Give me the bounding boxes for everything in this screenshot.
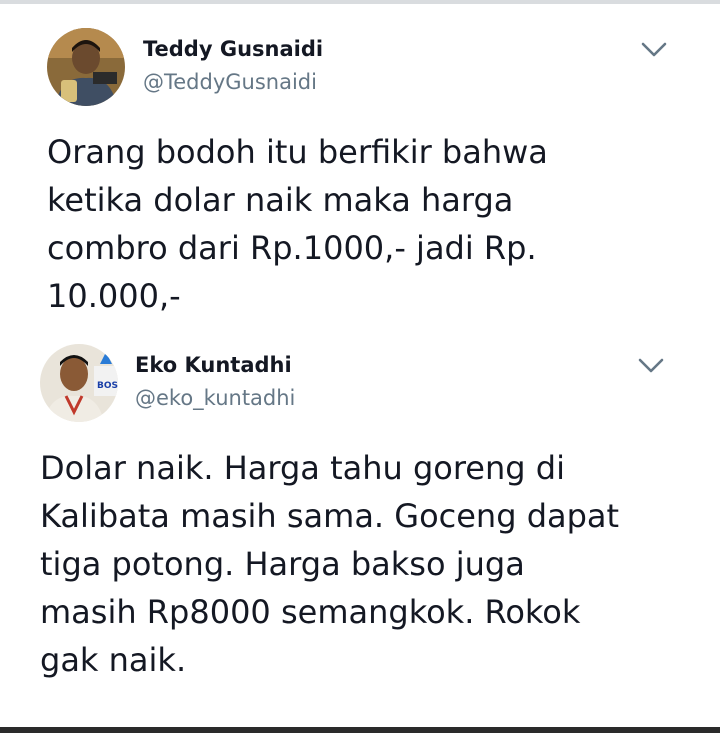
tweet-text-line: combro dari Rp.1000,- jadi Rp.	[47, 229, 537, 267]
tweet-text-line: ketika dolar naik maka harga	[47, 181, 514, 219]
author-handle[interactable]: @eko_kuntadhi	[135, 386, 295, 410]
top-divider	[0, 0, 720, 4]
avatar-photo-icon	[47, 28, 125, 106]
avatar[interactable]	[47, 28, 125, 106]
avatar[interactable]: BOS	[40, 344, 118, 422]
tweet-text-line: masih Rp8000 semangkok. Rokok	[40, 593, 581, 631]
svg-text:BOS: BOS	[97, 381, 118, 391]
author-handle[interactable]: @TeddyGusnaidi	[143, 70, 317, 94]
tweet-text-line: tiga potong. Harga bakso juga	[40, 545, 525, 583]
author-name[interactable]: Teddy Gusnaidi	[143, 37, 323, 61]
avatar-photo-icon: BOS	[40, 344, 118, 422]
tweet-text: Orang bodoh itu berfikir bahwa ketika do…	[47, 128, 548, 320]
tweet-text: Dolar naik. Harga tahu goreng di Kalibat…	[40, 444, 619, 684]
chevron-down-icon[interactable]	[640, 40, 668, 60]
tweet-screenshot: Teddy Gusnaidi @TeddyGusnaidi Orang bodo…	[0, 0, 720, 733]
tweet-text-line: 10.000,-	[47, 277, 181, 315]
author-name[interactable]: Eko Kuntadhi	[135, 353, 292, 377]
tweet-text-line: Dolar naik. Harga tahu goreng di	[40, 449, 565, 487]
tweet-text-line: gak naik.	[40, 641, 187, 679]
bottom-divider	[0, 727, 720, 733]
tweet-text-line: Kalibata masih sama. Goceng dapat	[40, 497, 620, 535]
chevron-down-icon[interactable]	[637, 356, 665, 376]
tweet-text-line: Orang bodoh itu berfikir bahwa	[47, 133, 548, 171]
